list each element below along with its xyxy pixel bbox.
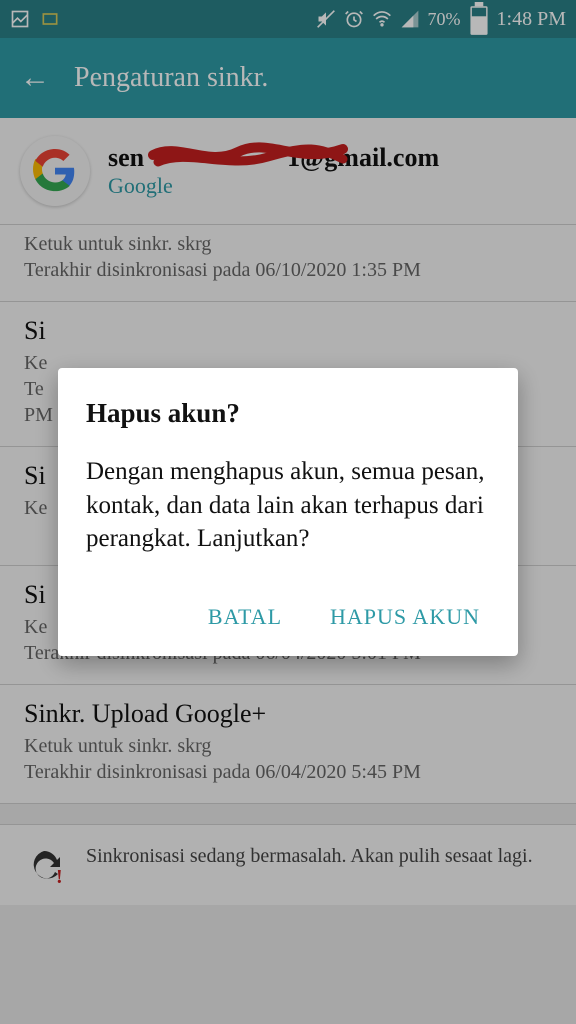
cancel-button[interactable]: BATAL — [204, 596, 286, 638]
delete-account-dialog: Hapus akun? Dengan menghapus akun, semua… — [58, 368, 518, 656]
modal-overlay[interactable]: Hapus akun? Dengan menghapus akun, semua… — [0, 0, 576, 1024]
confirm-delete-button[interactable]: HAPUS AKUN — [326, 596, 484, 638]
dialog-title: Hapus akun? — [86, 398, 490, 429]
dialog-body: Dengan menghapus akun, semua pesan, kont… — [86, 455, 490, 556]
